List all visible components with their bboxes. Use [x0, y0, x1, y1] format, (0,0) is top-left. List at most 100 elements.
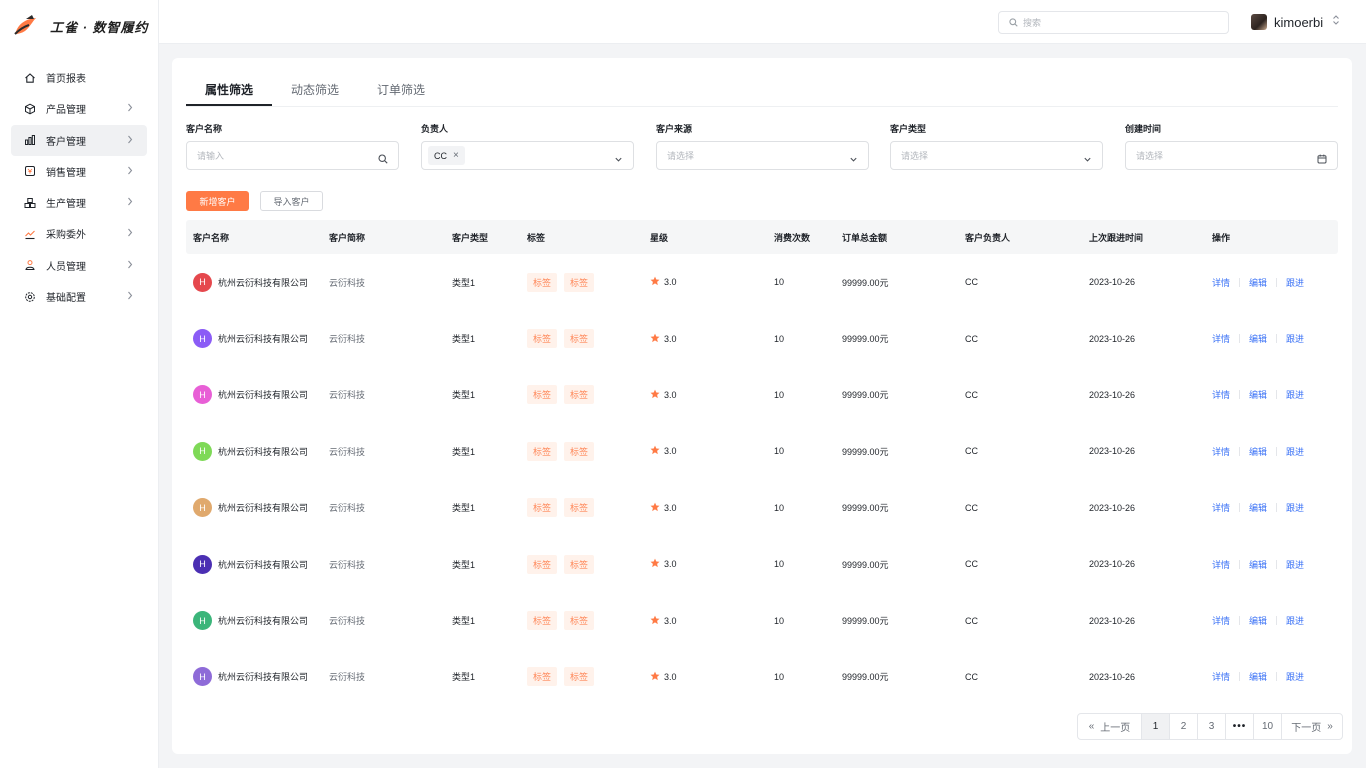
edit-link[interactable]: 编辑 — [1249, 445, 1267, 458]
main-card: 属性筛选 动态筛选 订单筛选 客户名称 请输入 负责人 CC × 客户来源 请选… — [172, 58, 1352, 754]
column-header: 订单总金额 — [842, 232, 888, 243]
customer-type: 类型1 — [452, 390, 476, 401]
chevron-down-icon[interactable] — [614, 151, 623, 169]
sidebar-item[interactable]: 生产管理 — [11, 187, 147, 218]
sidebar-item[interactable]: 客户管理 — [11, 124, 147, 156]
follow-up-link[interactable]: 跟进 — [1286, 276, 1304, 289]
source-select[interactable]: 请选择 — [656, 141, 869, 170]
calendar-icon[interactable] — [1317, 151, 1327, 169]
sidebar-item[interactable]: 采购委外 — [11, 218, 147, 249]
filter-created-time: 创建时间 请选择 — [1125, 122, 1338, 170]
table-row: H 杭州云衍科技有限公司 云衍科技 类型1 标签 标签 3.0 10 99999.00元 CC 20… — [186, 536, 1338, 592]
edit-link[interactable]: 编辑 — [1249, 501, 1267, 514]
follow-up-link[interactable]: 跟进 — [1286, 501, 1304, 514]
edit-link[interactable]: 编辑 — [1249, 558, 1267, 571]
chevron-right-icon[interactable] — [127, 228, 133, 240]
order-total: 99999.00元 — [842, 672, 889, 683]
sidebar-item[interactable]: 基础配置 — [11, 281, 147, 312]
divider — [1276, 616, 1278, 626]
detail-link[interactable]: 详情 — [1212, 501, 1230, 514]
follow-up-link[interactable]: 跟进 — [1286, 614, 1304, 627]
chevron-right-icon[interactable] — [127, 166, 133, 178]
customer-owner: CC — [965, 389, 978, 400]
customer-short-name: 云衍科技 — [329, 616, 366, 627]
edit-link[interactable]: 编辑 — [1249, 670, 1267, 683]
follow-up-link[interactable]: 跟进 — [1286, 558, 1304, 571]
sidebar-item[interactable]: 人员管理 — [11, 250, 147, 281]
page-10[interactable]: 10 — [1254, 714, 1282, 739]
star-icon — [650, 558, 660, 570]
more-pages-ellipsis[interactable]: ••• — [1226, 714, 1254, 739]
chevron-down-icon[interactable] — [849, 151, 858, 169]
page-2[interactable]: 2 — [1170, 714, 1198, 739]
prev-page-button[interactable]: « 上一页 — [1078, 714, 1142, 739]
rating-value: 3.0 — [664, 502, 677, 513]
tab-attribute-filter[interactable]: 属性筛选 — [186, 80, 272, 106]
chevron-right-icon[interactable] — [127, 135, 133, 147]
star-icon — [650, 445, 660, 457]
tab-order-filter[interactable]: 订单筛选 — [358, 80, 444, 106]
tab-dynamic-filter[interactable]: 动态筛选 — [272, 80, 358, 106]
owner-select[interactable]: CC × — [421, 141, 634, 170]
avatar: H — [193, 498, 212, 518]
next-page-label: 下一页 — [1291, 723, 1322, 734]
sidebar-item[interactable]: 销售管理 — [11, 156, 147, 187]
detail-link[interactable]: 详情 — [1212, 276, 1230, 289]
row-actions: 详情 编辑 跟进 — [1212, 501, 1332, 514]
edit-link[interactable]: 编辑 — [1249, 276, 1267, 289]
divider — [1239, 446, 1241, 456]
user-menu[interactable]: kimoerbi — [1251, 13, 1340, 31]
edit-link[interactable]: 编辑 — [1249, 332, 1267, 345]
close-icon[interactable]: × — [453, 150, 459, 161]
type-select[interactable]: 请选择 — [890, 141, 1103, 170]
customer-name-cell: H 杭州云衍科技有限公司 — [186, 667, 329, 687]
follow-up-link[interactable]: 跟进 — [1286, 670, 1304, 683]
search-icon[interactable] — [378, 151, 388, 169]
customer-name: 杭州云衍科技有限公司 — [218, 277, 309, 288]
sidebar-item[interactable]: 产品管理 — [11, 93, 147, 124]
next-page-button[interactable]: 下一页 » — [1282, 714, 1342, 739]
import-customer-button[interactable]: 导入客户 — [260, 191, 323, 211]
last-follow-up-date: 2023-10-26 — [1089, 559, 1136, 570]
sidebar-item-label: 采购委外 — [46, 230, 86, 242]
customer-name-input[interactable]: 请输入 — [186, 141, 399, 170]
detail-link[interactable]: 详情 — [1212, 445, 1230, 458]
sidebar-item[interactable]: 首页报表 — [11, 62, 147, 93]
chevron-up-down-icon[interactable] — [1332, 13, 1340, 31]
detail-link[interactable]: 详情 — [1212, 332, 1230, 345]
detail-link[interactable]: 详情 — [1212, 558, 1230, 571]
page-3[interactable]: 3 — [1198, 714, 1226, 739]
brand-logo[interactable]: 工雀 · 数智履约 — [12, 14, 149, 38]
rating-value: 3.0 — [664, 389, 677, 400]
edit-link[interactable]: 编辑 — [1249, 388, 1267, 401]
customer-name: 杭州云衍科技有限公司 — [218, 672, 309, 683]
detail-link[interactable]: 详情 — [1212, 614, 1230, 627]
divider — [1239, 334, 1241, 344]
follow-up-link[interactable]: 跟进 — [1286, 332, 1304, 345]
detail-link[interactable]: 详情 — [1212, 388, 1230, 401]
row-actions: 详情 编辑 跟进 — [1212, 388, 1332, 401]
follow-up-link[interactable]: 跟进 — [1286, 445, 1304, 458]
customer-type: 类型1 — [452, 503, 476, 514]
avatar: H — [193, 385, 212, 405]
chevron-down-icon[interactable] — [1083, 151, 1092, 169]
rating-value: 3.0 — [664, 615, 677, 626]
global-search[interactable] — [998, 11, 1229, 34]
chevron-right-icon[interactable] — [127, 291, 133, 303]
add-customer-button[interactable]: 新增客户 — [186, 191, 249, 211]
customer-short-name: 云衍科技 — [329, 446, 366, 457]
customer-short-name: 云衍科技 — [329, 277, 366, 288]
detail-link[interactable]: 详情 — [1212, 670, 1230, 683]
follow-up-link[interactable]: 跟进 — [1286, 388, 1304, 401]
star-icon — [650, 502, 660, 514]
edit-link[interactable]: 编辑 — [1249, 614, 1267, 627]
chevron-right-icon[interactable] — [127, 260, 133, 272]
created-time-picker[interactable]: 请选择 — [1125, 141, 1338, 170]
chevron-right-icon[interactable] — [127, 197, 133, 209]
customer-owner: CC — [965, 277, 978, 288]
search-input[interactable] — [1023, 17, 1213, 28]
avatar: H — [193, 667, 212, 687]
avatar — [1251, 14, 1267, 30]
page-1[interactable]: 1 — [1142, 714, 1170, 739]
chevron-right-icon[interactable] — [127, 103, 133, 115]
